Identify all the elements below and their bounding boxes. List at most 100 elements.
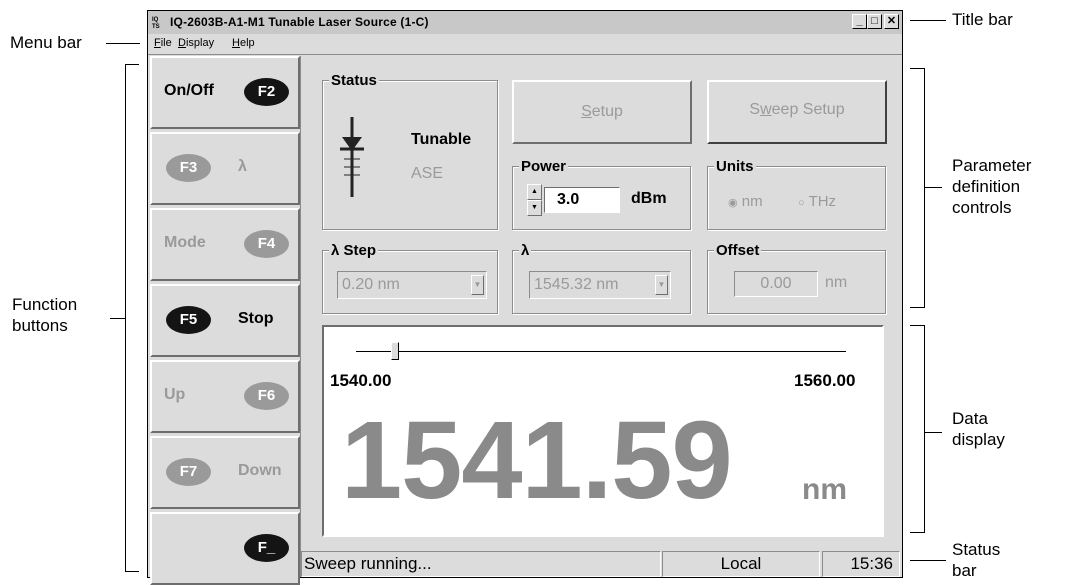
menu-help[interactable]: Help — [232, 37, 255, 49]
setup-button-label: Setup — [581, 103, 623, 120]
menu-bar: File Display Help — [148, 35, 902, 53]
function-key-badge: F2 — [244, 78, 289, 106]
function-button-label: On/Off — [164, 82, 214, 99]
ase-status: ASE — [411, 165, 444, 182]
lambda-step-group-title: λ Step — [329, 242, 379, 259]
function-button-f6[interactable]: Up F6 — [150, 360, 300, 433]
dropdown-arrow-icon: ▼ — [655, 275, 668, 295]
data-display: 1540.00 1560.00 1541.59 nm — [322, 325, 884, 537]
function-button-f3[interactable]: λ F3 — [150, 132, 300, 205]
svg-text:IQ: IQ — [152, 17, 159, 23]
function-button-f7[interactable]: Down F7 — [150, 436, 300, 509]
minimize-button[interactable]: _ — [852, 14, 867, 29]
callout-line-status — [910, 560, 946, 561]
function-button-label: Down — [238, 462, 282, 479]
power-value-input[interactable]: 3.0 — [544, 187, 620, 213]
function-buttons: On/Off F2 λ F3 Mode F4 Stop F5 Up F6 Down F7 F_ — [148, 56, 302, 585]
power-spinner[interactable]: ▲ ▼ — [527, 184, 542, 216]
close-button[interactable]: ✕ — [884, 14, 899, 29]
function-button-f4[interactable]: Mode F4 — [150, 208, 300, 281]
power-group: Power ▲ ▼ 3.0 dBm — [512, 158, 691, 230]
title-bar: IQ TS IQ-2603B-A1-M1 Tunable Laser Sourc… — [148, 11, 902, 34]
function-column-divider — [300, 56, 301, 577]
callout-parameter-1: Parameter — [952, 156, 1032, 175]
function-button-label: Stop — [238, 310, 274, 327]
sweep-setup-button[interactable]: Sweep Setup — [707, 80, 887, 144]
callout-parameter-3: controls — [952, 198, 1012, 217]
callout-bracket-parameter — [924, 68, 925, 308]
function-button-f2[interactable]: On/Off F2 — [150, 56, 300, 129]
lambda-group-title: λ — [519, 242, 532, 259]
function-button-label: Mode — [164, 234, 206, 251]
power-group-title: Power — [519, 158, 569, 175]
function-key-badge: F4 — [244, 230, 289, 258]
sweep-position-slider[interactable] — [391, 342, 400, 360]
chevron-down-icon[interactable]: ▼ — [527, 200, 542, 216]
unit-thz-radio[interactable]: ○ THz — [798, 193, 836, 210]
callout-line-menu-bar — [106, 43, 140, 44]
offset-group: Offset 0.00 nm — [707, 242, 886, 314]
callout-status-1: Status — [952, 540, 1001, 559]
offset-input[interactable]: 0.00 — [734, 271, 818, 297]
function-key-badge: F3 — [166, 154, 211, 182]
menu-display[interactable]: Display — [178, 37, 214, 49]
status-group-title: Status — [329, 72, 379, 89]
setup-button[interactable]: Setup — [512, 80, 692, 144]
chevron-up-icon[interactable]: ▲ — [527, 184, 542, 200]
unit-nm-radio[interactable]: ◉ nm — [728, 193, 763, 210]
lambda-select[interactable]: 1545.32 nm ▼ — [529, 271, 671, 299]
tunable-status: Tunable — [411, 131, 472, 148]
offset-group-title: Offset — [714, 242, 762, 259]
status-mode: Local — [662, 551, 820, 577]
units-group-title: Units — [714, 158, 756, 175]
function-key-badge: F6 — [244, 382, 289, 410]
function-key-badge: F7 — [166, 458, 211, 486]
units-group: Units ◉ nm ○ THz — [707, 158, 886, 230]
maximize-button[interactable]: □ — [867, 14, 882, 29]
minimize-icon: _ — [856, 15, 863, 27]
function-button-label: λ — [238, 158, 247, 175]
status-time: 15:36 — [822, 551, 900, 577]
app-window: IQ TS IQ-2603B-A1-M1 Tunable Laser Sourc… — [147, 10, 903, 585]
radio-selected-icon: ◉ — [728, 197, 738, 209]
range-min-label: 1540.00 — [330, 371, 392, 390]
offset-unit: nm — [825, 274, 848, 291]
wavelength-reading: 1541.59 — [341, 399, 733, 522]
callout-function-buttons-1: Function — [12, 295, 78, 314]
menu-file[interactable]: File — [154, 37, 172, 49]
callout-parameter-2: definition — [952, 177, 1021, 196]
function-button-f5[interactable]: Stop F5 — [150, 284, 300, 357]
callout-bracket-data — [924, 325, 925, 533]
function-key-badge: F5 — [166, 306, 211, 334]
svg-text:TS: TS — [152, 24, 160, 29]
callout-line-title-bar — [910, 20, 946, 21]
window-title: IQ-2603B-A1-M1 Tunable Laser Source (1-C… — [170, 15, 429, 29]
sweep-range-track — [356, 351, 846, 352]
range-max-label: 1560.00 — [794, 371, 856, 390]
callout-status-2: bar — [952, 561, 977, 580]
lambda-step-select[interactable]: 0.20 nm ▼ — [337, 271, 487, 299]
callout-data-1: Data — [952, 409, 988, 428]
callout-menu-bar: Menu bar — [10, 33, 82, 52]
sweep-setup-button-label: Sweep Setup — [749, 101, 845, 118]
status-message: Sweep running... — [301, 551, 661, 577]
function-button-fblank[interactable]: F_ — [150, 512, 300, 585]
function-key-badge: F_ — [244, 534, 289, 562]
tunable-laser-icon — [340, 117, 364, 197]
callout-bracket-function — [125, 64, 126, 572]
callout-data-2: display — [952, 430, 1005, 449]
power-unit: dBm — [631, 190, 667, 207]
callout-title-bar: Title bar — [952, 10, 1013, 29]
close-icon: ✕ — [886, 15, 897, 27]
radio-unselected-icon: ○ — [798, 197, 805, 209]
dropdown-arrow-icon: ▼ — [471, 275, 484, 295]
menu-separator — [148, 54, 902, 55]
wavelength-unit: nm — [802, 473, 847, 506]
lambda-group: λ 1545.32 nm ▼ — [512, 242, 691, 314]
maximize-icon: □ — [871, 15, 878, 27]
function-button-label: Up — [164, 386, 186, 403]
callout-function-buttons-2: buttons — [12, 316, 68, 335]
lambda-step-group: λ Step 0.20 nm ▼ — [322, 242, 498, 314]
app-icon: IQ TS — [152, 15, 166, 30]
status-group: Status Tunable ASE — [322, 72, 498, 230]
